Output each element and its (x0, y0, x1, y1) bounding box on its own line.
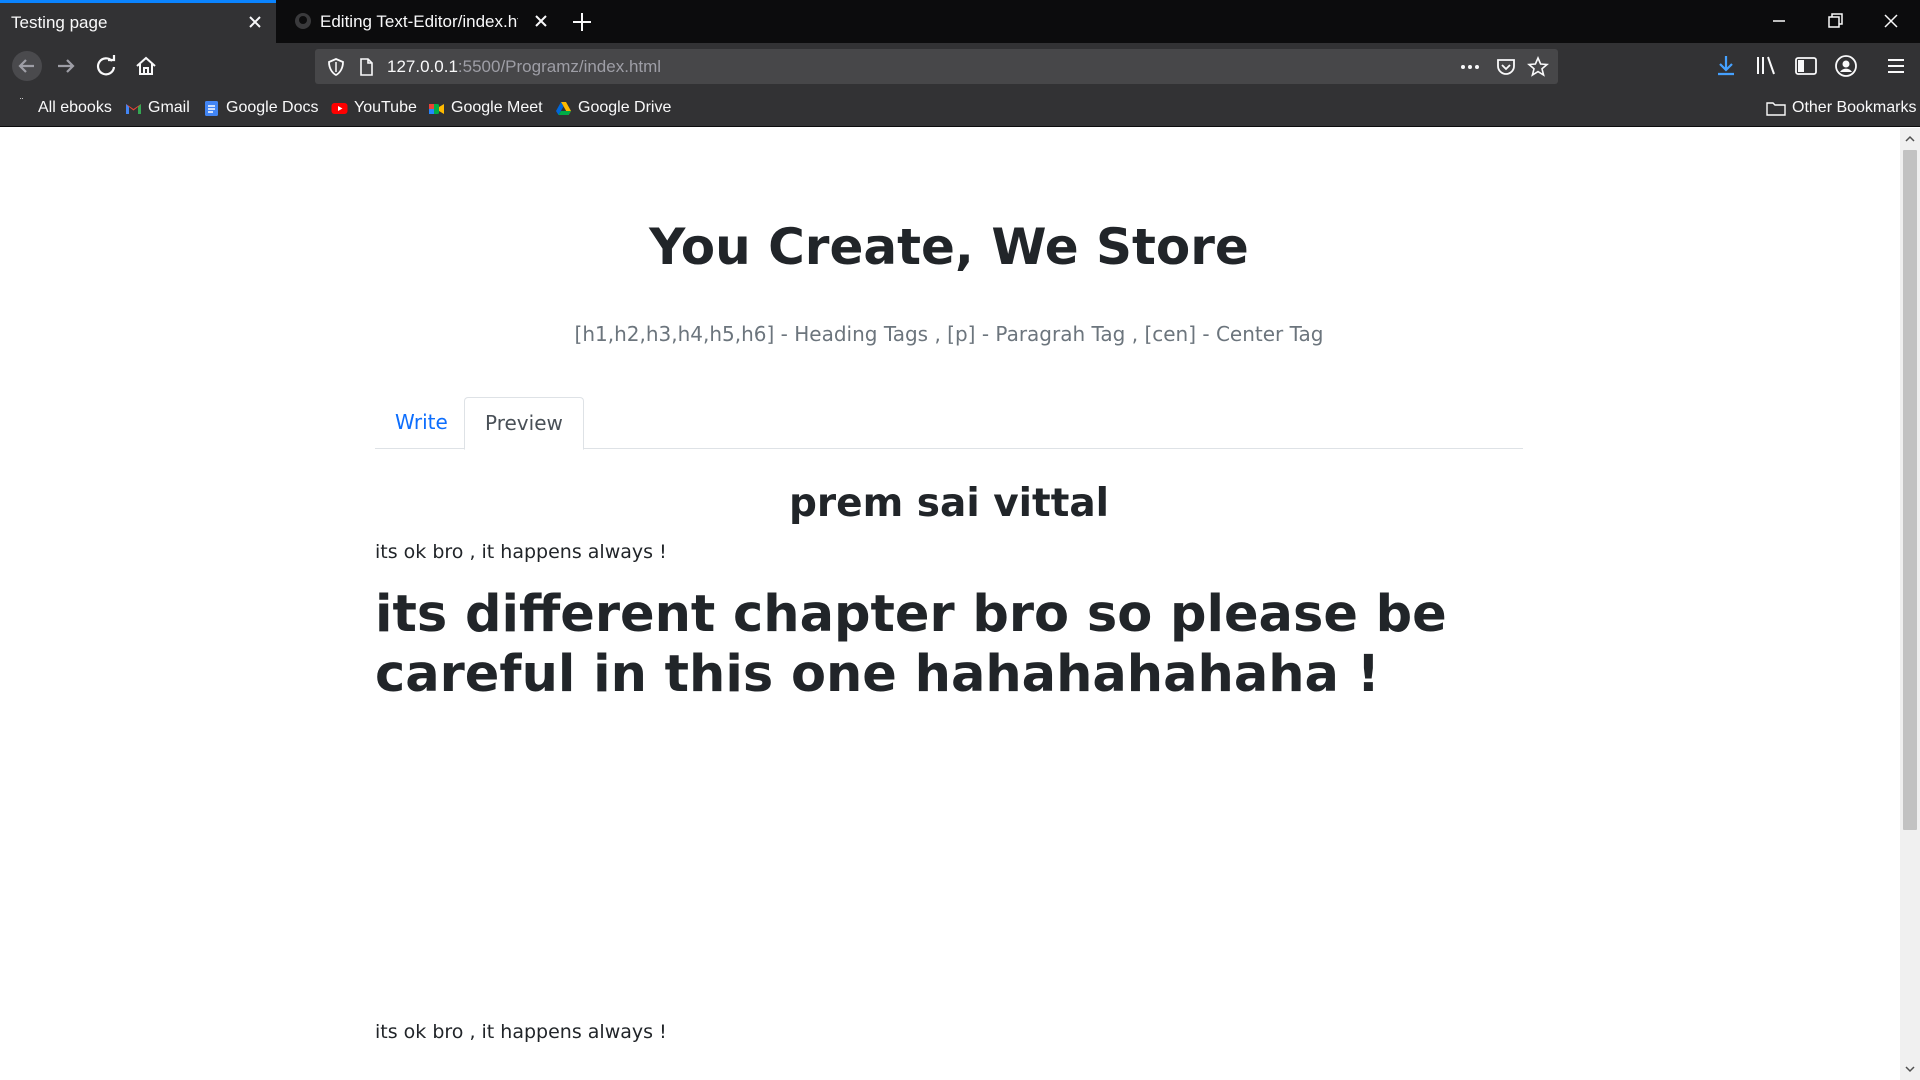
pocket-icon[interactable] (1495, 56, 1517, 78)
navigation-toolbar: 127.0.0.1:5500/Programz/index.html (0, 43, 1920, 90)
bookmark-gmail[interactable]: Gmail (125, 99, 190, 117)
close-icon[interactable] (246, 13, 264, 31)
other-bookmarks[interactable]: Other Bookmarks (1766, 99, 1916, 117)
back-arrow-icon[interactable] (12, 51, 42, 81)
download-icon[interactable] (1713, 53, 1739, 79)
tab-editing-text-editor[interactable]: Editing Text-Editor/index.html at (282, 0, 562, 43)
url-text[interactable]: 127.0.0.1:5500/Programz/index.html (387, 57, 661, 77)
tab-title: Testing page (11, 13, 108, 32)
shield-icon[interactable] (325, 56, 347, 78)
bookmark-all-ebooks[interactable]: ¨ All ebooks (20, 96, 112, 117)
page-container: You Create, We Store [h1,h2,h3,h4,h5,h6]… (375, 128, 1523, 1080)
docs-icon (205, 100, 218, 116)
bookmark-google-docs[interactable]: Google Docs (203, 99, 319, 117)
account-icon[interactable] (1833, 53, 1859, 79)
tab-title: Editing Text-Editor/index.html at (320, 11, 518, 31)
folder-icon (1766, 101, 1786, 116)
close-icon[interactable] (532, 12, 550, 30)
drive-icon (556, 101, 571, 115)
web-page: You Create, We Store [h1,h2,h3,h4,h5,h6]… (0, 128, 1900, 1080)
reload-icon[interactable] (93, 53, 119, 79)
tab-strip: Testing page Editing Text-Editor/index.h… (0, 0, 1920, 43)
bookmark-label: Google Meet (451, 99, 543, 116)
bookmark-star-icon[interactable] (1527, 56, 1549, 78)
bookmark-google-meet[interactable]: Google Meet (428, 99, 543, 117)
more-actions-icon[interactable] (1459, 56, 1481, 78)
tab-testing-page[interactable]: Testing page (0, 0, 276, 43)
url-path: :5500/Programz/index.html (457, 57, 662, 76)
restore-icon[interactable] (1824, 10, 1846, 32)
github-icon (295, 13, 311, 29)
preview-paragraph: its ok bro , it happens always ! (375, 1021, 667, 1043)
editor-tabs: Write Preview (375, 397, 1523, 450)
bookmark-label: All ebooks (38, 99, 112, 116)
preview-paragraph: its ok bro , it happens always ! (375, 541, 667, 563)
bookmark-label: Google Docs (226, 99, 319, 116)
youtube-icon (331, 102, 348, 114)
sidebar-icon[interactable] (1793, 53, 1819, 79)
tag-hint-text: [h1,h2,h3,h4,h5,h6] - Heading Tags , [p]… (574, 322, 1324, 346)
url-host: 127.0.0.1 (387, 57, 458, 76)
forward-arrow-icon[interactable] (53, 53, 79, 79)
meet-icon (429, 103, 444, 114)
tab-preview[interactable]: Preview (464, 397, 584, 450)
page-title: You Create, We Store (649, 218, 1249, 276)
bookmark-label: Google Drive (578, 99, 672, 116)
menu-hamburger-icon[interactable] (1883, 53, 1909, 79)
page-icon[interactable] (355, 56, 377, 78)
preview-centered-heading: prem sai vittal (788, 481, 1110, 526)
bookmark-label: YouTube (354, 99, 417, 116)
bookmark-youtube[interactable]: YouTube (331, 99, 417, 117)
page-scrollbar[interactable] (1900, 128, 1920, 1080)
new-tab-plus-icon[interactable] (570, 10, 594, 34)
tab-write[interactable]: Write (375, 397, 468, 449)
close-window-icon[interactable] (1880, 10, 1902, 32)
scroll-up-icon[interactable] (1904, 133, 1916, 145)
library-icon[interactable] (1753, 53, 1779, 79)
scrollbar-thumb[interactable] (1903, 150, 1917, 830)
home-icon[interactable] (133, 53, 159, 79)
address-bar[interactable]: 127.0.0.1:5500/Programz/index.html (315, 49, 1558, 84)
scroll-down-icon[interactable] (1904, 1063, 1916, 1075)
minimize-icon[interactable] (1768, 10, 1790, 32)
bookmark-google-drive[interactable]: Google Drive (555, 99, 671, 117)
preview-large-heading: its different chapter bro so please be c… (375, 585, 1447, 704)
bookmark-label: Gmail (148, 99, 190, 116)
bookmarks-toolbar: ¨ All ebooks Gmail Google Docs YouTube G… (0, 90, 1920, 127)
ebook-icon: ¨ (20, 96, 24, 108)
other-bookmarks-label: Other Bookmarks (1792, 99, 1917, 116)
gmail-icon (126, 103, 141, 114)
